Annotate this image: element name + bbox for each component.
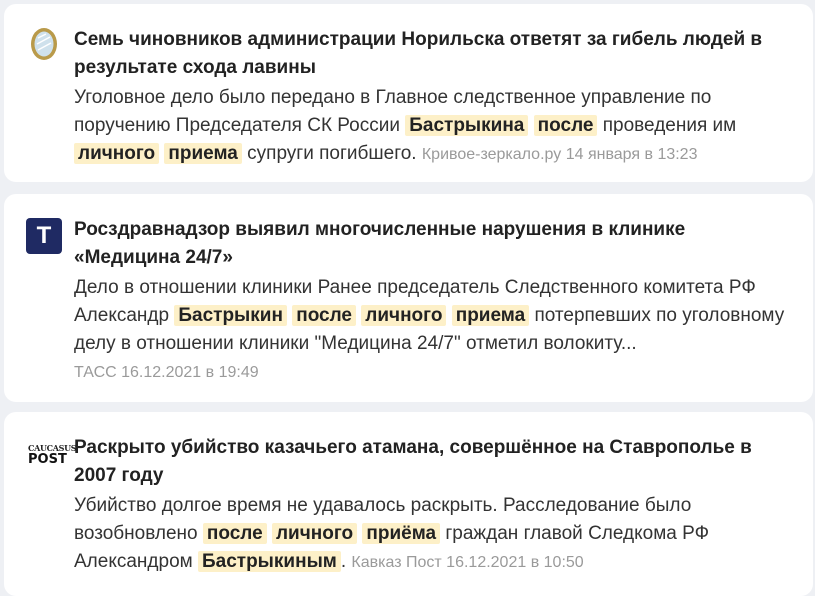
news-title[interactable]: Раскрыто убийство казачьего атамана, сов…	[74, 434, 795, 490]
news-date: 14 января в 13:23	[565, 146, 698, 163]
snippet-text: супруги погибшего.	[241, 143, 422, 164]
mirror-icon	[26, 26, 62, 62]
snippet-text: проведения им	[597, 115, 737, 136]
news-card[interactable]: T Росздравнадзор выявил многочисленные н…	[4, 194, 813, 402]
news-meta: Кривое-зеркало.ру 14 января в 13:23	[422, 146, 698, 163]
snippet-text	[446, 305, 451, 326]
highlighted-term: после	[533, 115, 598, 136]
highlighted-term: после	[202, 523, 267, 544]
snippet-text	[528, 115, 533, 136]
news-snippet: Дело в отношении клиники Ранее председат…	[74, 274, 795, 387]
news-meta: Кавказ Пост 16.12.2021 в 10:50	[351, 554, 583, 571]
highlighted-term: приёма	[362, 523, 441, 544]
highlighted-term: личного	[74, 143, 160, 164]
highlighted-term: личного	[271, 523, 358, 544]
news-source-link[interactable]: ТАСС	[74, 364, 117, 381]
news-source-link[interactable]: Кавказ Пост	[351, 554, 441, 571]
news-source-link[interactable]: Кривое-зеркало.ру	[422, 146, 561, 163]
news-date: 16.12.2021 в 10:50	[446, 554, 584, 571]
highlighted-term: приема	[451, 305, 530, 326]
news-snippet: Уголовное дело было передано в Главное с…	[74, 84, 795, 169]
highlighted-term: Бастрыкиным	[197, 551, 341, 572]
highlighted-term: Бастрыкин	[174, 305, 287, 326]
news-card[interactable]: Семь чиновников администрации Норильска …	[4, 4, 813, 182]
news-date: 16.12.2021 в 19:49	[121, 364, 259, 381]
highlighted-term: Бастрыкина	[405, 115, 529, 136]
news-title[interactable]: Росздравнадзор выявил многочисленные нар…	[74, 216, 795, 272]
highlighted-term: приема	[164, 143, 242, 164]
news-card[interactable]: CAUCASUS POST Раскрыто убийство казачьег…	[4, 412, 813, 596]
news-snippet: Убийство долгое время не удавалось раскр…	[74, 492, 795, 577]
snippet-text: .	[340, 551, 352, 572]
news-title[interactable]: Семь чиновников администрации Норильска …	[74, 26, 795, 82]
highlighted-term: после	[292, 305, 357, 326]
caucasus-post-logo-icon: CAUCASUS POST	[28, 443, 77, 467]
news-meta: ТАСС 16.12.2021 в 19:49	[74, 364, 259, 381]
highlighted-term: личного	[361, 305, 447, 326]
tass-logo-icon: T	[26, 218, 62, 254]
